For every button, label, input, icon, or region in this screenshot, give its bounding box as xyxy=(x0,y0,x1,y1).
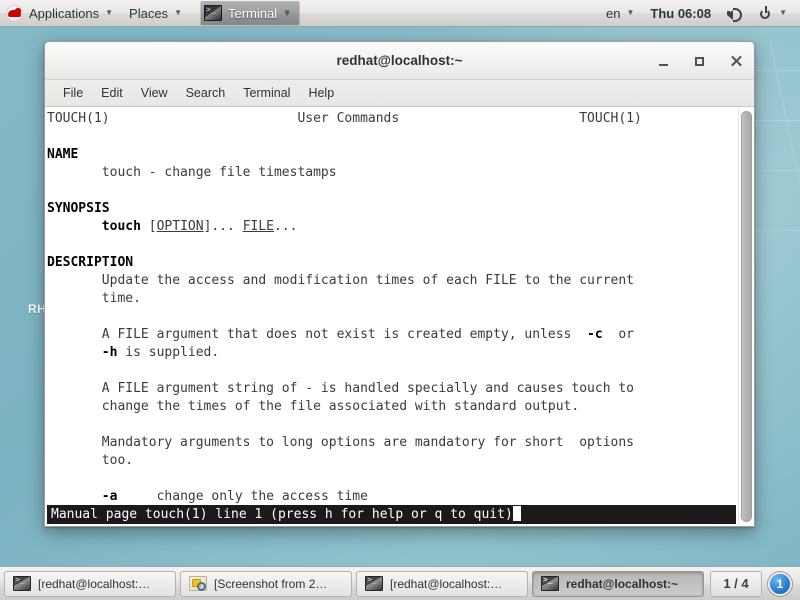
menu-file[interactable]: File xyxy=(55,83,91,103)
clock-label: Thu 06:08 xyxy=(650,5,712,21)
taskbar-item[interactable]: [redhat@localhost:… xyxy=(4,570,176,597)
terminal-line: touch [OPTION]... FILE... xyxy=(101,219,298,234)
chevron-down-icon: ▼ xyxy=(174,8,182,17)
terminal-line: -h is supplied. xyxy=(101,345,220,360)
taskbar-tray: 1 / 4 1 xyxy=(710,570,796,597)
wallpaper-line xyxy=(769,40,800,275)
menu-bar: File Edit View Search Terminal Help xyxy=(45,80,754,107)
taskbar-item-label: [Screenshot from 2… xyxy=(214,576,328,591)
terminal-line: too. xyxy=(47,453,134,468)
terminal-icon xyxy=(365,575,383,591)
taskbar-item-label: [redhat@localhost:… xyxy=(390,576,503,591)
menu-search[interactable]: Search xyxy=(178,83,234,103)
menu-edit[interactable]: Edit xyxy=(93,83,131,103)
clock[interactable]: Thu 06:08 xyxy=(643,0,718,27)
taskbar-item-label: redhat@localhost:~ xyxy=(566,576,679,591)
terminal-icon xyxy=(203,5,222,21)
window-controls xyxy=(656,42,744,79)
wallpaper-line xyxy=(760,170,800,171)
redhat-logo-icon xyxy=(6,4,23,22)
taskbar-item[interactable]: [redhat@localhost:… xyxy=(356,570,528,597)
man-page-content[interactable]: TOUCH(1) User Commands TOUCH(1) NAME tou… xyxy=(45,107,738,526)
terminal-icon xyxy=(13,575,31,591)
keyboard-layout-label: en xyxy=(606,5,621,21)
window-title-bar[interactable]: redhat@localhost:~ xyxy=(45,42,754,80)
notification-badge[interactable]: 1 xyxy=(768,571,792,596)
power-icon xyxy=(759,6,773,20)
panel-active-window-terminal[interactable]: Terminal ▼ xyxy=(199,0,301,26)
taskbar-item-active[interactable]: redhat@localhost:~ xyxy=(532,570,704,597)
terminal-line: NAME xyxy=(47,147,79,162)
terminal-line: Update the access and modification times… xyxy=(47,273,634,288)
workspace-switcher[interactable]: 1 / 4 xyxy=(710,570,762,597)
terminal-line: time. xyxy=(47,291,141,306)
terminal-line: -a change only the access time xyxy=(101,489,368,504)
taskbar: [redhat@localhost:… [Screenshot from 2… … xyxy=(0,566,800,600)
keyboard-layout-indicator[interactable]: en ▼ xyxy=(599,0,641,27)
places-menu[interactable]: Places ▼ xyxy=(121,0,190,27)
terminal-line: change the times of the file associated … xyxy=(47,399,580,414)
window-title: redhat@localhost:~ xyxy=(336,53,463,68)
terminal-line: SYNOPSIS xyxy=(47,201,110,216)
pager-status-line: Manual page touch(1) line 1 (press h for… xyxy=(47,505,736,524)
top-panel: Applications ▼ Places ▼ Terminal ▼ en ▼ … xyxy=(0,0,800,27)
panel-active-window-label: Terminal xyxy=(227,5,278,21)
volume-control[interactable] xyxy=(720,0,750,27)
scrollbar-thumb[interactable] xyxy=(741,111,752,522)
speaker-icon xyxy=(727,6,743,22)
panel-status-area: en ▼ Thu 06:08 ▼ xyxy=(599,0,800,27)
terminal-window: redhat@localhost:~ File Edit View Search… xyxy=(44,41,755,527)
terminal-scrollbar[interactable] xyxy=(738,107,754,526)
terminal-line: Mandatory arguments to long options are … xyxy=(47,435,634,450)
chevron-down-icon: ▼ xyxy=(779,8,787,17)
terminal-line: A FILE argument that does not exist is c… xyxy=(47,327,635,342)
terminal-line: A FILE argument string of - is handled s… xyxy=(47,381,634,396)
terminal-body: TOUCH(1) User Commands TOUCH(1) NAME tou… xyxy=(45,107,754,526)
minimize-button[interactable] xyxy=(656,53,672,69)
system-menu[interactable]: ▼ xyxy=(752,0,794,27)
terminal-line: touch - change file timestamps xyxy=(47,165,337,180)
places-menu-label: Places xyxy=(129,5,169,21)
chevron-down-icon: ▼ xyxy=(105,8,114,17)
applications-menu[interactable]: Applications ▼ xyxy=(0,0,121,27)
close-button[interactable] xyxy=(728,53,744,69)
image-viewer-icon xyxy=(189,576,207,591)
menu-view[interactable]: View xyxy=(133,83,176,103)
terminal-line: DESCRIPTION xyxy=(47,255,134,270)
taskbar-item[interactable]: [Screenshot from 2… xyxy=(180,570,352,597)
taskbar-item-label: [redhat@localhost:… xyxy=(38,576,151,591)
menu-terminal[interactable]: Terminal xyxy=(235,83,298,103)
text-cursor xyxy=(512,506,521,521)
menu-help[interactable]: Help xyxy=(300,83,342,103)
applications-menu-label: Applications xyxy=(29,5,100,21)
desktop-screen: RH Applications ▼ Places ▼ Terminal ▼ en… xyxy=(0,0,800,600)
pager-status-text: Manual page touch(1) line 1 (press h for… xyxy=(51,507,513,522)
chevron-down-icon: ▼ xyxy=(283,8,292,17)
terminal-line: TOUCH(1) User Commands TOUCH(1) xyxy=(47,111,642,126)
maximize-button[interactable] xyxy=(692,53,708,69)
terminal-icon xyxy=(541,575,559,591)
chevron-down-icon: ▼ xyxy=(626,8,635,17)
